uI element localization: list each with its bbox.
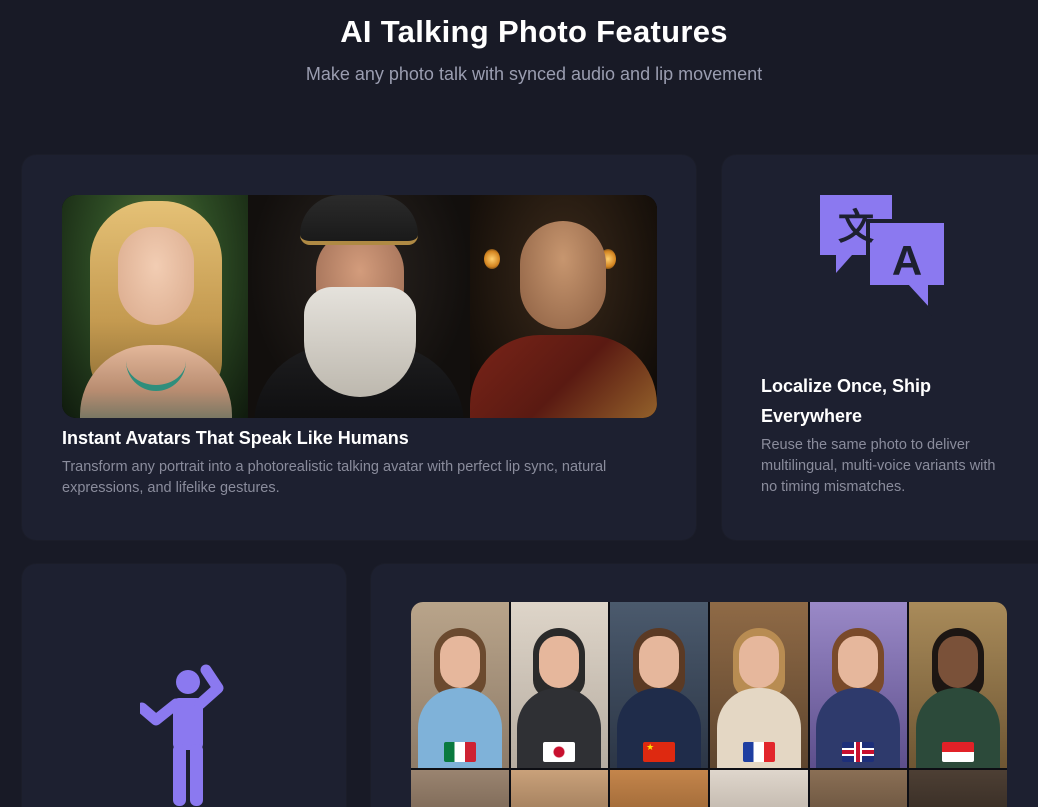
feature-card-multilingual bbox=[371, 564, 1038, 807]
video-tile bbox=[909, 770, 1007, 807]
video-tile bbox=[510, 602, 609, 768]
page-title: AI Talking Photo Features bbox=[340, 14, 728, 49]
video-tile bbox=[610, 770, 708, 807]
feature-title: Instant Avatars That Speak Like Humans bbox=[62, 428, 409, 448]
video-tile bbox=[709, 602, 808, 768]
portrait-monk bbox=[470, 195, 657, 418]
flag-japan-icon bbox=[543, 742, 576, 762]
feature-card-avatars: Instant Avatars That Speak Like Humans T… bbox=[22, 155, 696, 540]
video-tile bbox=[709, 770, 808, 807]
feature-card-gestures bbox=[22, 564, 346, 807]
video-tile bbox=[411, 770, 509, 807]
page-subtitle: Make any photo talk with synced audio an… bbox=[305, 64, 763, 84]
feature-card-localize: 文 A Localize Once, Ship Everywhere Reuse… bbox=[722, 155, 1038, 540]
video-tile bbox=[809, 770, 908, 807]
feature-title: Localize Once, Ship Everywhere bbox=[761, 376, 932, 426]
video-tile bbox=[411, 602, 509, 768]
feature-description: Transform any portrait into a photoreali… bbox=[62, 459, 607, 496]
multilingual-video-grid bbox=[411, 602, 1007, 807]
feature-description: Reuse the same photo to deliver multilin… bbox=[761, 437, 996, 495]
waving-person-icon bbox=[140, 664, 224, 806]
translate-icon-glyph-left: 文 bbox=[838, 207, 874, 248]
video-tile bbox=[909, 602, 1007, 768]
video-tile bbox=[610, 602, 708, 768]
flag-china-icon bbox=[643, 742, 676, 762]
portrait-woman bbox=[62, 195, 248, 418]
flag-united-kingdom-icon bbox=[842, 742, 875, 762]
flag-mexico-icon bbox=[443, 742, 476, 762]
translate-icon-glyph-right: A bbox=[892, 237, 922, 284]
flag-indonesia-icon bbox=[942, 742, 975, 762]
portrait-bearded-elder bbox=[248, 195, 470, 418]
translate-icon: 文 A bbox=[820, 195, 948, 317]
page: AI Talking Photo Features Make any photo… bbox=[0, 0, 1038, 807]
video-tile bbox=[510, 770, 609, 807]
flag-france-icon bbox=[742, 742, 775, 762]
video-tile bbox=[809, 602, 908, 768]
avatar-portraits-image bbox=[62, 195, 657, 418]
